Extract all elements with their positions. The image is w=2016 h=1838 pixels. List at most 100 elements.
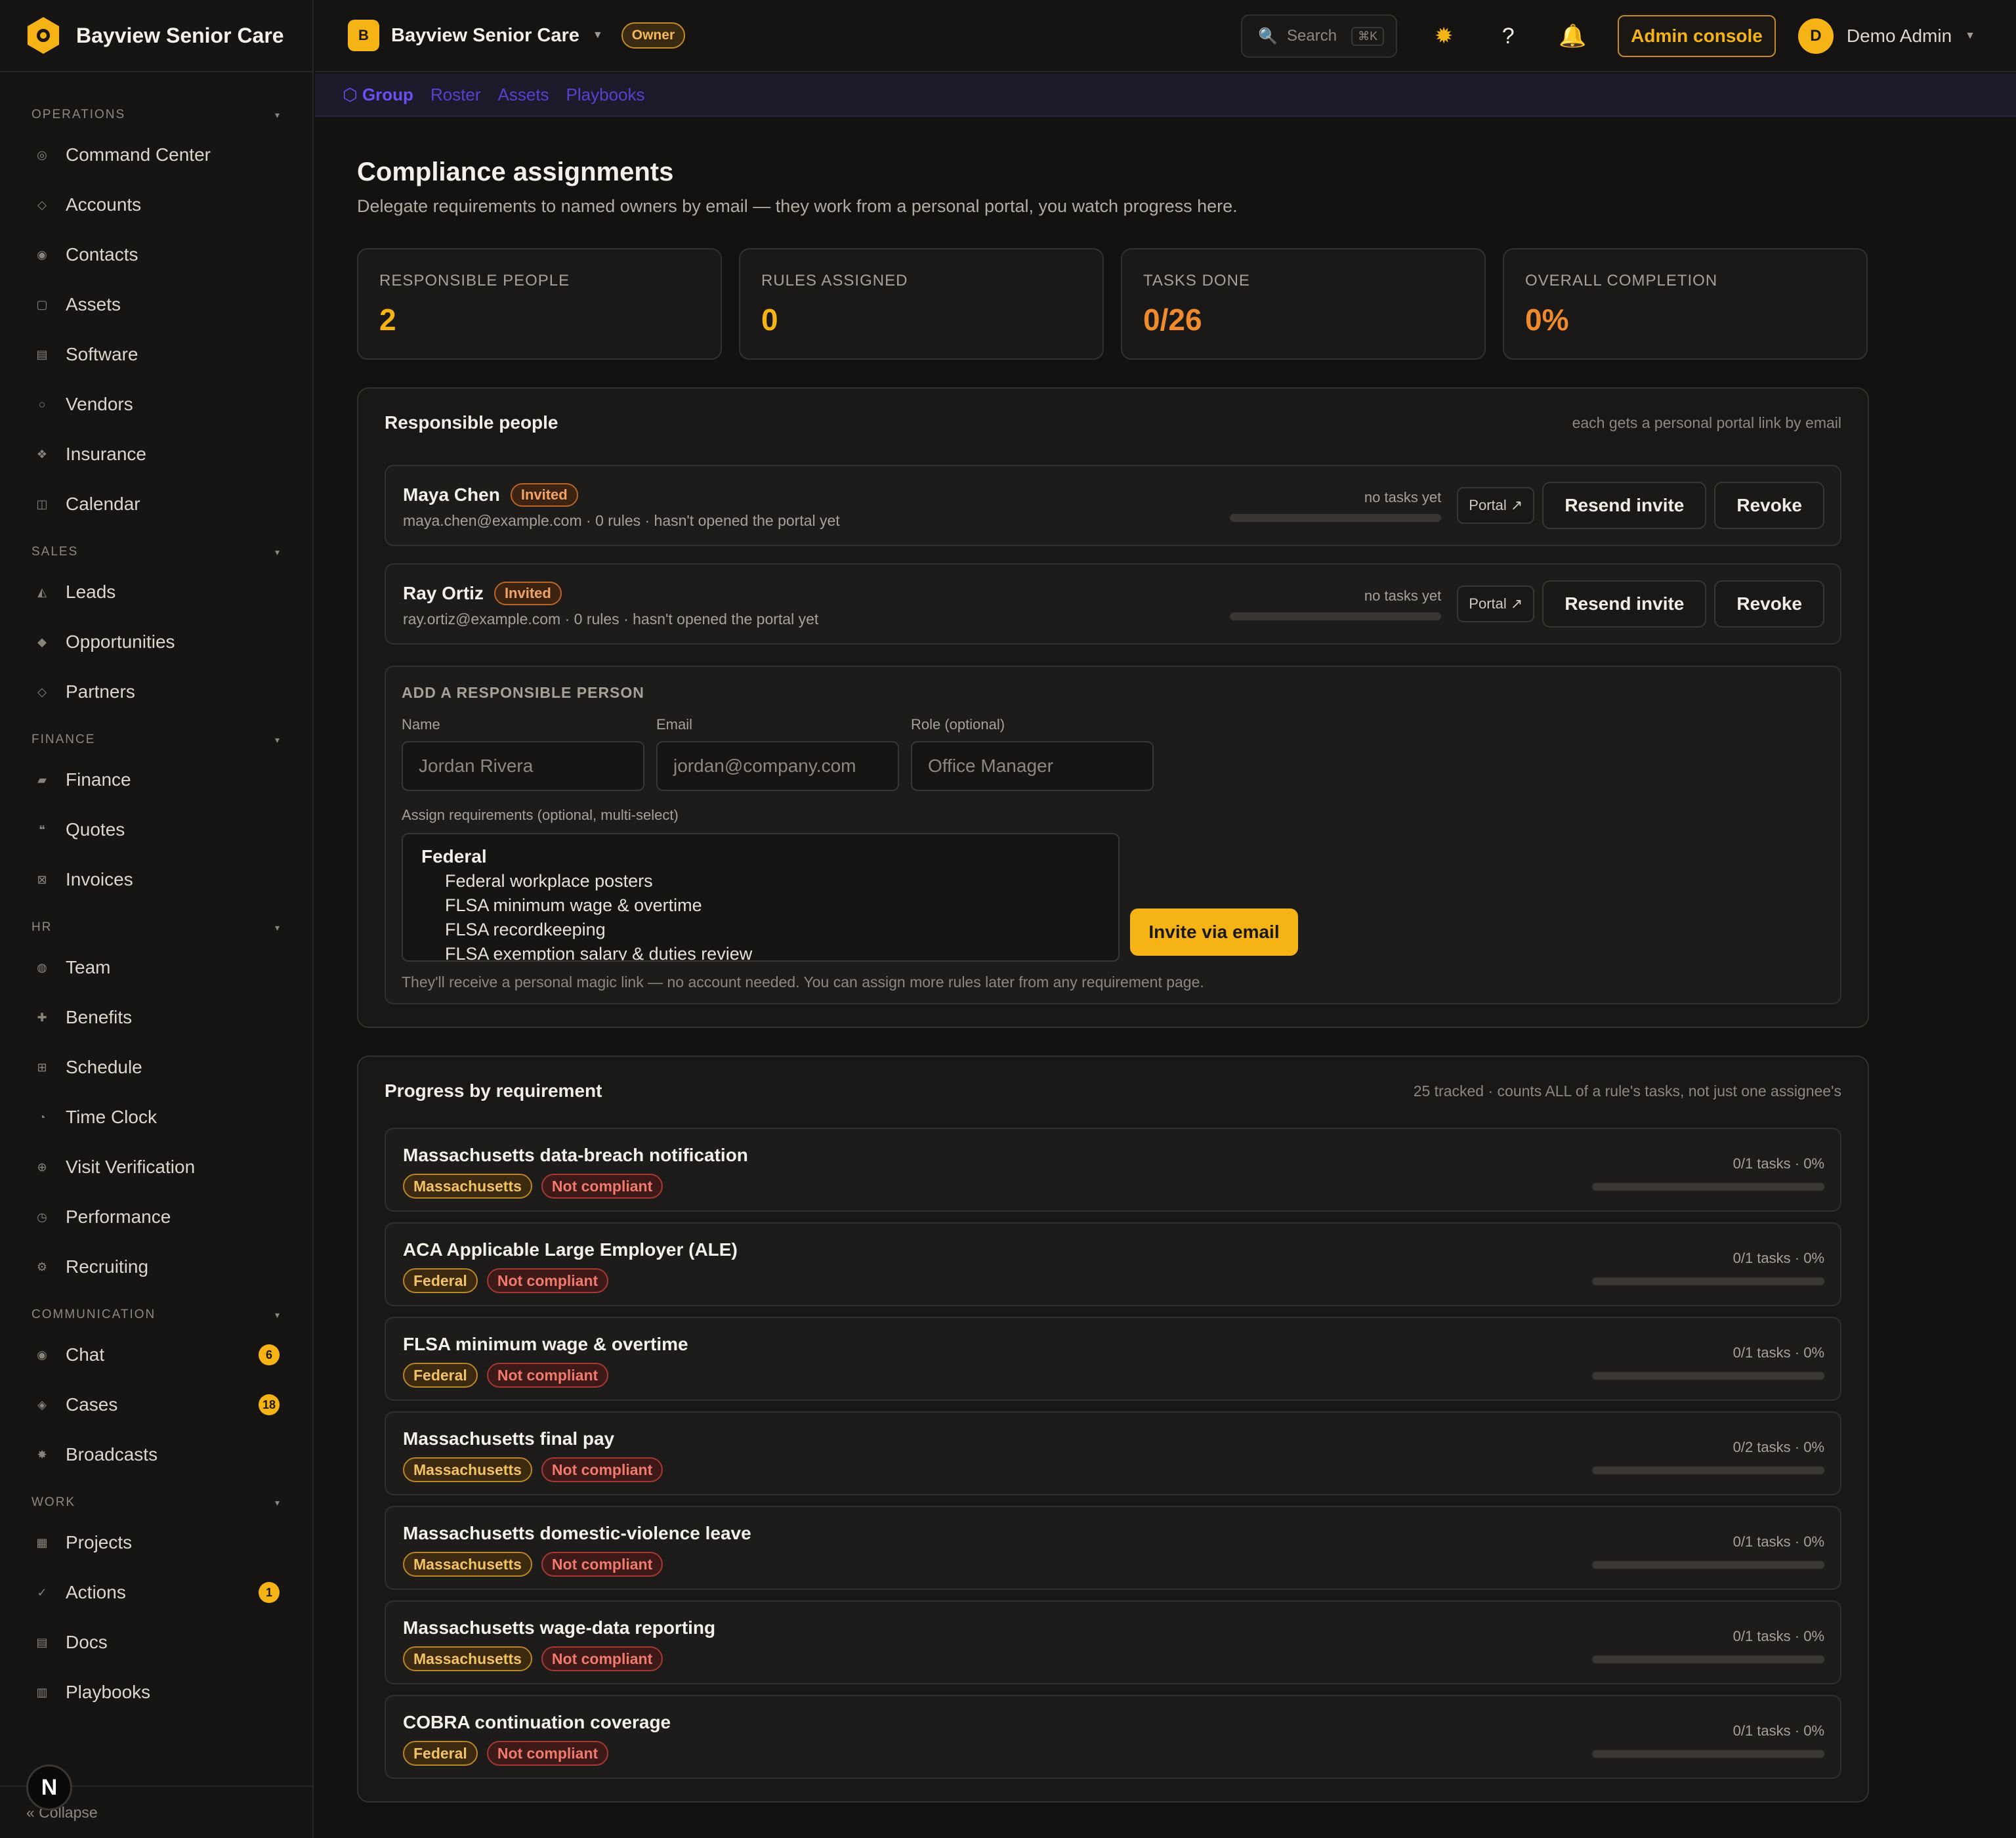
stat-card: Rules assigned 0 [739,248,1104,360]
resend-invite-button[interactable]: Resend invite [1542,580,1707,628]
sidebar-item-leads[interactable]: ◭ Leads [0,567,312,617]
progress-text: 0/1 tasks · 0% [1732,1722,1824,1739]
portal-link-button[interactable]: Portal ↗ [1457,586,1535,622]
sidebar-item-recruiting[interactable]: ⚙ Recruiting [0,1242,312,1292]
count-badge: 1 [259,1582,280,1603]
requirement-row[interactable]: Massachusetts wage-data reporting Massach… [385,1600,1841,1684]
sidebar-item-broadcasts[interactable]: ✸ Broadcasts [0,1430,312,1480]
progress-text: no tasks yet [1364,588,1442,604]
requirement-option[interactable]: FLSA recordkeeping [421,920,1100,940]
avatar[interactable]: D [1797,18,1834,54]
chevron-down-icon[interactable]: ▾ [275,547,281,558]
requirements-multiselect[interactable]: Federal Federal workplace posters FLSA mi… [402,833,1120,962]
chevron-down-icon[interactable]: ▼ [1965,30,1975,42]
sidebar-item-vendors[interactable]: ○ Vendors [0,379,312,429]
requirement-option[interactable]: FLSA exemption salary & duties review [421,944,1100,960]
theme-toggle-icon[interactable]: ✹ [1426,18,1461,54]
sidebar-item-chat[interactable]: ◉ Chat 6 [0,1330,312,1380]
bell-icon[interactable]: 🔔 [1555,18,1590,54]
requirement-row[interactable]: ACA Applicable Large Employer (ALE) Feder… [385,1222,1841,1306]
sidebar-item-accounts[interactable]: ◇ Accounts [0,180,312,230]
chevron-down-icon[interactable]: ▼ [593,30,603,41]
progress-bar [1592,1656,1824,1663]
help-icon[interactable]: ? [1490,18,1526,54]
revoke-button[interactable]: Revoke [1714,482,1824,529]
sidebar-item-command-center[interactable]: ◎ Command Center [0,130,312,180]
sidebar-item-contacts[interactable]: ◉ Contacts [0,230,312,280]
progress-text: 0/1 tasks · 0% [1732,1344,1824,1361]
requirement-option[interactable]: Federal workplace posters [421,871,1100,891]
sidebar-item-team[interactable]: ◍ Team [0,943,312,993]
search-input[interactable]: 🔍 Search ⌘K [1241,14,1398,58]
tab-playbooks[interactable]: Playbooks [566,85,645,105]
form-title: Add a responsible person [402,684,644,701]
requirement-row[interactable]: Massachusetts final pay Massachusetts Not … [385,1411,1841,1495]
tab-group[interactable]: ⬡ Group [343,85,413,105]
chevron-down-icon[interactable]: ▾ [275,735,281,746]
sidebar-item-quotes[interactable]: ❝ Quotes [0,805,312,855]
admin-console-button[interactable]: Admin console [1618,15,1776,57]
user-name[interactable]: Demo Admin [1847,26,1952,47]
section-header-sales[interactable]: Sales ▾ [0,537,312,567]
command-center-icon: ◎ [37,148,47,161]
sidebar-item-calendar[interactable]: ◫ Calendar [0,479,312,529]
section-header-finance[interactable]: Finance ▾ [0,725,312,755]
sidebar-item-opportunities[interactable]: ◆ Opportunities [0,617,312,667]
org-switcher[interactable]: Bayview Senior Care [391,25,579,47]
section-header-hr[interactable]: HR ▾ [0,912,312,943]
requirement-row[interactable]: COBRA continuation coverage Federal Not co… [385,1695,1841,1779]
requirement-row[interactable]: Massachusetts domestic-violence leave Mas… [385,1506,1841,1590]
sidebar-item-label: Insurance [66,444,146,464]
sidebar-item-finance[interactable]: ▰ Finance [0,755,312,805]
tab-assets[interactable]: Assets [498,85,549,105]
progress-text: 0/1 tasks · 0% [1732,1533,1824,1550]
role-field[interactable]: Office Manager [911,741,1154,791]
card-title: Responsible people [385,412,558,433]
progress-text: 0/1 tasks · 0% [1732,1628,1824,1644]
requirement-row[interactable]: FLSA minimum wage & overtime Federal Not c… [385,1317,1841,1401]
page-subtitle: Delegate requirements to named owners by… [357,196,1238,216]
sidebar-item-actions[interactable]: ✓ Actions 1 [0,1568,312,1617]
portal-link-button[interactable]: Portal ↗ [1457,487,1535,524]
sidebar-item-projects[interactable]: ▦ Projects [0,1518,312,1568]
brand[interactable]: Bayview Senior Care [0,0,312,72]
tab-label: Roster [430,84,481,104]
requirement-row[interactable]: Massachusetts data-breach notification Ma… [385,1128,1841,1212]
sidebar-item-docs[interactable]: ▤ Docs [0,1617,312,1667]
tab-roster[interactable]: Roster [430,85,481,105]
role-badge: Owner [621,22,686,49]
stat-label: Overall completion [1525,272,1718,289]
section-header-work[interactable]: Work ▾ [0,1487,312,1518]
email-field[interactable]: jordan@company.com [656,741,899,791]
form-note: They'll receive a personal magic link — … [402,973,1204,991]
sidebar-item-partners[interactable]: ◇ Partners [0,667,312,717]
progress-bar [1592,1277,1824,1285]
sidebar-item-assets[interactable]: ▢ Assets [0,280,312,330]
sidebar-item-cases[interactable]: ◈ Cases 18 [0,1380,312,1430]
sidebar-item-invoices[interactable]: ⊠ Invoices [0,855,312,905]
chevron-down-icon[interactable]: ▾ [275,922,281,933]
section-header-operations[interactable]: Operations ▾ [0,100,312,130]
chevron-down-icon[interactable]: ▾ [275,1497,281,1508]
org-logo[interactable]: B [348,20,379,51]
chevron-down-icon[interactable]: ▾ [275,1310,281,1321]
assistant-bubble[interactable]: N [26,1764,72,1810]
sidebar-item-performance[interactable]: ◷ Performance [0,1192,312,1242]
sidebar-item-insurance[interactable]: ❖ Insurance [0,429,312,479]
sidebar-item-benefits[interactable]: ✚ Benefits [0,993,312,1042]
requirement-option[interactable]: FLSA minimum wage & overtime [421,895,1100,916]
sidebar-item-label: Opportunities [66,631,175,652]
sidebar-item-visit-verification[interactable]: ⊕ Visit Verification [0,1142,312,1192]
status-badge: Not compliant [541,1646,663,1671]
invite-button[interactable]: Invite via email [1130,908,1298,956]
sidebar-item-playbooks[interactable]: ▥ Playbooks [0,1667,312,1717]
chevron-down-icon[interactable]: ▾ [275,110,281,121]
revoke-button[interactable]: Revoke [1714,580,1824,628]
sidebar-item-schedule[interactable]: ⊞ Schedule [0,1042,312,1092]
name-field[interactable]: Jordan Rivera [402,741,644,791]
chat-icon: ◉ [37,1348,47,1361]
section-header-communication[interactable]: Communication ▾ [0,1300,312,1330]
resend-invite-button[interactable]: Resend invite [1542,482,1707,529]
sidebar-item-time-clock[interactable]: ◔ Time Clock [0,1092,312,1142]
sidebar-item-software[interactable]: ▤ Software [0,330,312,379]
